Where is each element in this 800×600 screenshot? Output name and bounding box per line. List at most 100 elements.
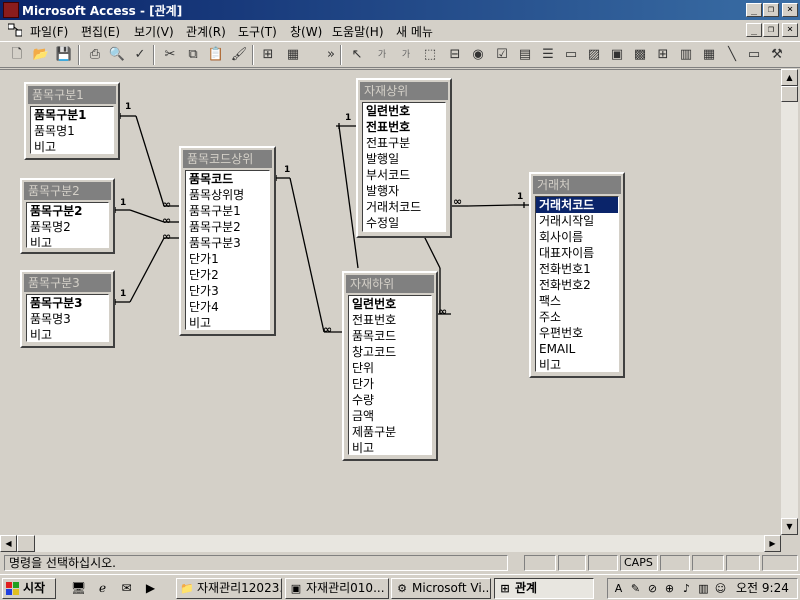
field-item[interactable]: 회사이름 bbox=[536, 229, 618, 245]
field-item[interactable]: 단가 bbox=[349, 376, 431, 392]
table-title[interactable]: 거래처 bbox=[533, 176, 621, 194]
table-window-거래처[interactable]: 거래처 거래처코드 거래시작일 회사이름 대표자이름 전화번호1 전화번호2 팩… bbox=[529, 172, 625, 378]
field-item[interactable]: 품목명2 bbox=[27, 219, 108, 235]
field-list[interactable]: 거래처코드 거래시작일 회사이름 대표자이름 전화번호1 전화번호2 팩스 주소… bbox=[535, 196, 619, 372]
field-item[interactable]: 금액 bbox=[349, 408, 431, 424]
field-item[interactable]: 거래시작일 bbox=[536, 213, 618, 229]
field-item[interactable]: 우편번호 bbox=[536, 325, 618, 341]
volume-icon[interactable]: ♪ bbox=[679, 581, 694, 596]
field-item[interactable]: 단가1 bbox=[186, 251, 269, 267]
vertical-scrollbar[interactable]: ▲ ▼ bbox=[781, 69, 798, 535]
clock[interactable]: 오전 9:24 bbox=[736, 580, 789, 597]
field-item[interactable]: 비고 bbox=[349, 440, 431, 454]
field-item[interactable]: 비고 bbox=[31, 139, 113, 153]
table-window-품목코드상위[interactable]: 품목코드상위 품목코드 품목상위명 품목구분1 품목구분2 품목구분3 단가1 … bbox=[179, 146, 276, 336]
field-item[interactable]: 일련번호 bbox=[349, 296, 431, 312]
field-item[interactable]: 발행자 bbox=[363, 183, 445, 199]
ime-icon[interactable]: A bbox=[611, 581, 626, 596]
field-item[interactable]: 수정일 bbox=[363, 215, 445, 231]
field-item[interactable]: 품목구분3 bbox=[186, 235, 269, 251]
field-item[interactable]: 창고코드 bbox=[349, 344, 431, 360]
field-item[interactable]: 품목명1 bbox=[31, 123, 113, 139]
field-item[interactable]: 품목명3 bbox=[27, 311, 108, 327]
field-item[interactable]: 비고 bbox=[536, 357, 618, 371]
monitor-icon[interactable]: ▥ bbox=[696, 581, 711, 596]
field-item[interactable]: 전화번호1 bbox=[536, 261, 618, 277]
field-item[interactable]: 품목구분1 bbox=[186, 203, 269, 219]
table-window-품목구분1[interactable]: 품목구분1 품목구분1 품목명1 비고 bbox=[24, 82, 120, 160]
field-item[interactable]: 전화번호2 bbox=[536, 277, 618, 293]
field-item[interactable]: 단가3 bbox=[186, 283, 269, 299]
field-item[interactable]: 단가4 bbox=[186, 299, 269, 315]
status-panel bbox=[524, 555, 556, 571]
field-item[interactable]: 전표번호 bbox=[349, 312, 431, 328]
scroll-right-icon[interactable]: ▶ bbox=[764, 535, 781, 552]
visual-basic-icon: ⚙ bbox=[397, 582, 407, 595]
pen-icon[interactable]: ✎ bbox=[628, 581, 643, 596]
show-desktop-icon[interactable]: 🖥 bbox=[70, 580, 87, 597]
horizontal-scrollbar[interactable]: ◀ ▶ bbox=[0, 535, 781, 552]
taskbar-item-folder[interactable]: 📁 자재관리12023... bbox=[176, 578, 282, 599]
field-item[interactable]: 거래처코드 bbox=[363, 199, 445, 215]
table-window-품목구분3[interactable]: 품목구분3 품목구분3 품목명3 비고 bbox=[20, 270, 115, 348]
field-item[interactable]: 전표번호 bbox=[363, 119, 445, 135]
outlook-express-icon[interactable]: ✉ bbox=[118, 580, 135, 597]
status-panel bbox=[660, 555, 690, 571]
field-item[interactable]: 품목구분3 bbox=[27, 295, 108, 311]
network-icon[interactable]: ⊕ bbox=[662, 581, 677, 596]
field-item[interactable]: 품목구분2 bbox=[186, 219, 269, 235]
field-item[interactable]: 팩스 bbox=[536, 293, 618, 309]
start-button[interactable]: 시작 bbox=[2, 578, 56, 599]
field-item[interactable]: 제품구분 bbox=[349, 424, 431, 440]
windows-logo-icon bbox=[6, 582, 19, 595]
field-item[interactable]: 비고 bbox=[27, 327, 108, 341]
table-window-품목구분2[interactable]: 품목구분2 품목구분2 품목명2 비고 bbox=[20, 178, 115, 254]
field-item[interactable]: 품목코드 bbox=[186, 171, 269, 187]
media-player-icon[interactable]: ▶ bbox=[142, 580, 159, 597]
field-item[interactable]: 단가2 bbox=[186, 267, 269, 283]
field-item[interactable]: 발행일 bbox=[363, 151, 445, 167]
scroll-down-icon[interactable]: ▼ bbox=[781, 518, 798, 535]
scroll-up-icon[interactable]: ▲ bbox=[781, 69, 798, 86]
relationship-one-label: 1 bbox=[517, 192, 524, 202]
folder-icon: 📁 bbox=[180, 582, 194, 595]
field-item[interactable]: 비고 bbox=[186, 315, 269, 329]
field-item[interactable]: EMAIL bbox=[536, 341, 618, 357]
table-title[interactable]: 품목코드상위 bbox=[183, 150, 272, 168]
field-item[interactable]: 품목상위명 bbox=[186, 187, 269, 203]
table-title[interactable]: 품목구분2 bbox=[24, 182, 111, 200]
horizontal-scroll-thumb[interactable] bbox=[17, 535, 35, 552]
field-list[interactable]: 품목코드 품목상위명 품목구분1 품목구분2 품목구분3 단가1 단가2 단가3… bbox=[185, 170, 270, 330]
table-window-자재하위[interactable]: 자재하위 일련번호 전표번호 품목코드 창고코드 단위 단가 수량 금액 제품구… bbox=[342, 271, 438, 461]
field-list[interactable]: 품목구분3 품목명3 비고 bbox=[26, 294, 109, 342]
field-item[interactable]: 품목구분1 bbox=[31, 107, 113, 123]
field-list[interactable]: 일련번호 전표번호 전표구분 발행일 부서코드 발행자 거래처코드 수정일 bbox=[362, 102, 446, 232]
field-item[interactable]: 대표자이름 bbox=[536, 245, 618, 261]
table-title[interactable]: 자재하위 bbox=[346, 275, 434, 293]
taskbar-item-visual-basic[interactable]: ⚙ Microsoft Vi... bbox=[391, 578, 491, 599]
table-window-자재상위[interactable]: 자재상위 일련번호 전표번호 전표구분 발행일 부서코드 발행자 거래처코드 수… bbox=[356, 78, 452, 238]
field-item[interactable]: 부서코드 bbox=[363, 167, 445, 183]
field-item[interactable]: 비고 bbox=[27, 235, 108, 247]
internet-explorer-icon[interactable]: ℯ bbox=[94, 580, 111, 597]
field-item[interactable]: 수량 bbox=[349, 392, 431, 408]
table-title[interactable]: 품목구분3 bbox=[24, 274, 111, 292]
shield-icon[interactable]: ⊘ bbox=[645, 581, 660, 596]
scroll-left-icon[interactable]: ◀ bbox=[0, 535, 17, 552]
field-item[interactable]: 일련번호 bbox=[363, 103, 445, 119]
field-item[interactable]: 주소 bbox=[536, 309, 618, 325]
taskbar-item-database[interactable]: ▣ 자재관리010... bbox=[285, 578, 389, 599]
field-item[interactable]: 전표구분 bbox=[363, 135, 445, 151]
field-list[interactable]: 일련번호 전표번호 품목코드 창고코드 단위 단가 수량 금액 제품구분 비고 bbox=[348, 295, 432, 455]
taskbar-item-relationships[interactable]: ⊞ 관계 bbox=[494, 578, 594, 599]
field-item[interactable]: 품목코드 bbox=[349, 328, 431, 344]
field-list[interactable]: 품목구분2 품목명2 비고 bbox=[26, 202, 109, 248]
field-item-selected[interactable]: 거래처코드 bbox=[536, 197, 618, 213]
table-title[interactable]: 자재상위 bbox=[360, 82, 448, 100]
table-title[interactable]: 품목구분1 bbox=[28, 86, 116, 104]
user-icon[interactable]: ☺ bbox=[713, 581, 728, 596]
vertical-scroll-thumb[interactable] bbox=[781, 86, 798, 102]
field-list[interactable]: 품목구분1 품목명1 비고 bbox=[30, 106, 114, 154]
field-item[interactable]: 단위 bbox=[349, 360, 431, 376]
field-item[interactable]: 품목구분2 bbox=[27, 203, 108, 219]
